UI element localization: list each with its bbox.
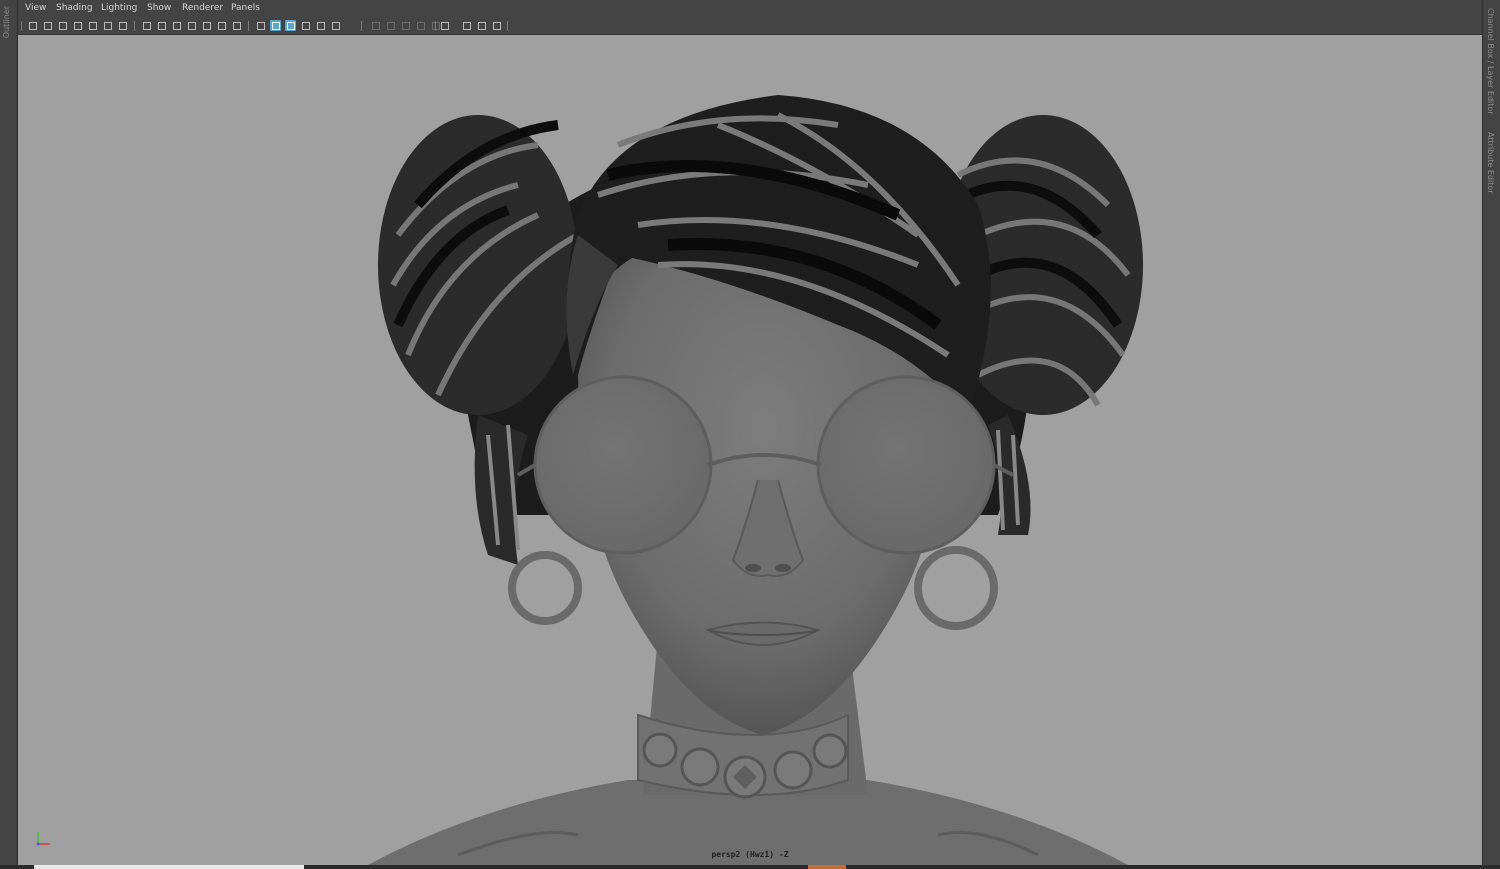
grid-icon[interactable] — [141, 20, 152, 31]
two-pane-icon[interactable] — [491, 20, 502, 31]
axis-gizmo — [36, 832, 50, 846]
right-side-panel-tabs: Channel Box / Layer Editor Attribute Edi… — [1482, 0, 1500, 869]
attribute-editor-tab[interactable]: Attribute Editor — [1486, 132, 1495, 194]
timeline-bar[interactable] — [34, 865, 304, 869]
outliner-collapsed-panel[interactable]: Outliner — [0, 0, 18, 869]
default-material-icon[interactable] — [285, 20, 296, 31]
gate-mask-icon[interactable] — [186, 20, 197, 31]
grease-pencil-icon[interactable] — [117, 20, 128, 31]
toolbar-separator — [21, 21, 22, 31]
multisample-aa-icon[interactable] — [415, 20, 426, 31]
character-bust-render — [368, 95, 1143, 865]
menu-renderer[interactable]: Renderer — [182, 3, 223, 13]
panel-toolbar — [18, 17, 1482, 35]
shadows-icon[interactable] — [370, 20, 381, 31]
safe-title-icon[interactable] — [231, 20, 242, 31]
model-panel: View Shading Lighting Show Renderer Pane… — [18, 0, 1482, 869]
toolbar-separator — [507, 21, 508, 31]
3d-viewport[interactable] — [18, 35, 1482, 865]
toolbar-separator — [248, 21, 249, 31]
camera-attributes-icon[interactable] — [27, 20, 38, 31]
current-frame-marker[interactable] — [808, 865, 846, 869]
panel-menu-bar: View Shading Lighting Show Renderer Pane… — [18, 0, 1482, 17]
safe-action-icon[interactable] — [216, 20, 227, 31]
xray-icon[interactable] — [300, 20, 311, 31]
menu-view[interactable]: View — [25, 3, 46, 13]
hoop-earring-left — [508, 551, 582, 625]
toolbar-separator — [435, 21, 436, 31]
hair-bun-left — [378, 115, 580, 415]
channel-box-tab[interactable]: Channel Box / Layer Editor — [1486, 8, 1495, 115]
image-plane-icon[interactable] — [87, 20, 98, 31]
menu-panels[interactable]: Panels — [231, 3, 260, 13]
toolbar-separator — [361, 21, 362, 31]
camera-lock-icon[interactable] — [57, 20, 68, 31]
isolate-select-icon[interactable] — [439, 20, 450, 31]
xray-active-components-icon[interactable] — [476, 20, 487, 31]
menu-show[interactable]: Show — [147, 3, 171, 13]
xray-joints-icon[interactable] — [461, 20, 472, 31]
2d-pan-zoom-icon[interactable] — [102, 20, 113, 31]
film-gate-icon[interactable] — [156, 20, 167, 31]
outliner-tab-label[interactable]: Outliner — [2, 6, 11, 38]
menu-shading[interactable]: Shading — [56, 3, 93, 13]
camera-select-icon[interactable] — [42, 20, 53, 31]
menu-lighting[interactable]: Lighting — [101, 3, 137, 13]
use-all-lights-icon[interactable] — [330, 20, 341, 31]
motion-blur-icon[interactable] — [400, 20, 411, 31]
field-chart-icon[interactable] — [201, 20, 212, 31]
bottom-status-strip — [0, 865, 1500, 869]
resolution-gate-icon[interactable] — [171, 20, 182, 31]
camera-name-label: persp2 (Hwz1) -Z — [711, 850, 789, 859]
smooth-shade-icon[interactable] — [270, 20, 281, 31]
textured-icon[interactable] — [315, 20, 326, 31]
bookmark-icon[interactable] — [72, 20, 83, 31]
toolbar-separator — [134, 21, 135, 31]
screen-space-ao-icon[interactable] — [385, 20, 396, 31]
wireframe-icon[interactable] — [255, 20, 266, 31]
hoop-earring-right — [914, 546, 998, 630]
